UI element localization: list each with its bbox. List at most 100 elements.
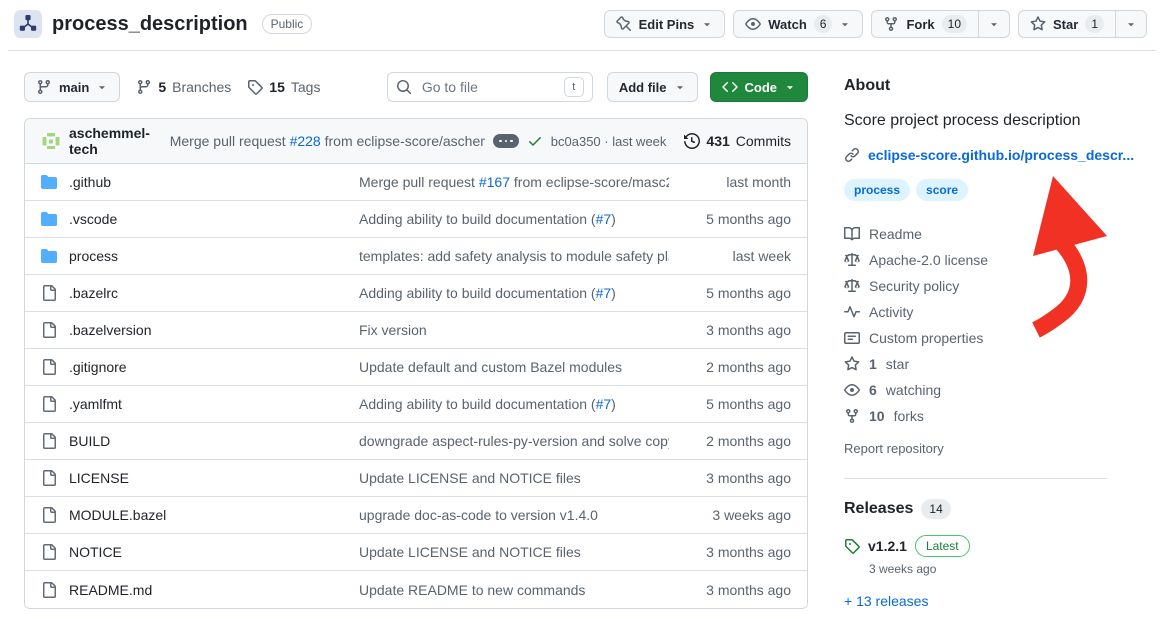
pulse-icon bbox=[844, 304, 860, 320]
commit-author[interactable]: aschemmel-tech bbox=[69, 125, 162, 157]
file-name-link[interactable]: .vscode bbox=[69, 211, 117, 227]
file-name-link[interactable]: NOTICE bbox=[69, 544, 122, 560]
release-time: 3 weeks ago bbox=[869, 562, 1107, 576]
row-commit-message[interactable]: Update README to new commands bbox=[359, 582, 669, 598]
topic-tag[interactable]: process bbox=[844, 179, 910, 201]
about-list-item[interactable]: Custom properties bbox=[844, 325, 1107, 351]
star-icon bbox=[1030, 16, 1046, 32]
about-list-item[interactable]: Readme bbox=[844, 221, 1107, 247]
eye-icon bbox=[844, 382, 860, 398]
repo-header: process_description Public Edit Pins Wat… bbox=[0, 0, 1163, 48]
table-row[interactable]: .bazelrc Adding ability to build documen… bbox=[25, 275, 807, 312]
identicon bbox=[41, 131, 61, 151]
issue-link[interactable]: #7 bbox=[596, 285, 612, 301]
file-icon bbox=[41, 322, 57, 338]
table-row[interactable]: .yamlfmt Adding ability to build documen… bbox=[25, 386, 807, 423]
repo-title[interactable]: process_description bbox=[52, 10, 248, 38]
fork-icon bbox=[844, 408, 860, 424]
about-list-item[interactable]: Apache-2.0 license bbox=[844, 247, 1107, 273]
go-to-file-search[interactable]: t bbox=[387, 72, 593, 102]
row-commit-message[interactable]: Update default and custom Bazel modules bbox=[359, 359, 669, 375]
branches-link[interactable]: 5Branches bbox=[136, 79, 231, 95]
branch-selector[interactable]: main bbox=[24, 72, 120, 102]
star-button[interactable]: Star 1 bbox=[1018, 10, 1116, 38]
about-list-item[interactable]: 1 star bbox=[844, 351, 1107, 377]
row-commit-message[interactable]: Fix version bbox=[359, 322, 669, 338]
file-name-link[interactable]: README.md bbox=[69, 582, 152, 598]
row-commit-message[interactable]: templates: add safety analysis to module… bbox=[359, 248, 669, 264]
add-file-button[interactable]: Add file bbox=[607, 72, 698, 102]
row-commit-message[interactable]: Update LICENSE and NOTICE files bbox=[359, 470, 669, 486]
go-to-file-input[interactable] bbox=[420, 78, 556, 96]
report-repository-link[interactable]: Report repository bbox=[844, 441, 1107, 456]
table-row[interactable]: LICENSE Update LICENSE and NOTICE files … bbox=[25, 460, 807, 497]
file-name-link[interactable]: process bbox=[69, 248, 118, 264]
row-commit-message[interactable]: Adding ability to build documentation (#… bbox=[359, 211, 669, 227]
releases-title[interactable]: Releases bbox=[844, 500, 913, 518]
code-button[interactable]: Code bbox=[710, 72, 809, 102]
topic-tag[interactable]: score bbox=[916, 179, 968, 201]
table-row[interactable]: .github Merge pull request #167 from ecl… bbox=[25, 164, 807, 201]
row-commit-message[interactable]: Update LICENSE and NOTICE files bbox=[359, 544, 669, 560]
file-icon bbox=[41, 359, 57, 375]
issue-link[interactable]: #7 bbox=[596, 211, 612, 227]
commit-history-link[interactable]: 431Commits bbox=[684, 133, 791, 149]
file-icon bbox=[41, 470, 57, 486]
commit-author-avatar[interactable] bbox=[41, 131, 61, 151]
watch-button[interactable]: Watch 6 bbox=[733, 10, 863, 38]
table-row[interactable]: process templates: add safety analysis t… bbox=[25, 238, 807, 275]
visibility-badge: Public bbox=[262, 14, 313, 34]
row-commit-message[interactable]: Adding ability to build documentation (#… bbox=[359, 396, 669, 412]
about-list-item[interactable]: Activity bbox=[844, 299, 1107, 325]
fork-count: 10 bbox=[942, 15, 967, 33]
row-commit-message[interactable]: Merge pull request #167 from eclipse-sco… bbox=[359, 174, 669, 190]
file-name-link[interactable]: .yamlfmt bbox=[69, 396, 122, 412]
website-link[interactable]: eclipse-score.github.io/process_descr... bbox=[868, 147, 1134, 163]
commit-sha-and-time[interactable]: bc0a350 · last week bbox=[551, 134, 667, 149]
org-logo-icon bbox=[14, 10, 42, 38]
table-row[interactable]: BUILD downgrade aspect-rules-py-version … bbox=[25, 423, 807, 460]
fork-button[interactable]: Fork 10 bbox=[871, 10, 979, 38]
latest-release-link[interactable]: v1.2.1 Latest bbox=[844, 535, 1107, 557]
table-row[interactable]: .bazelversion Fix version 3 months ago bbox=[25, 312, 807, 349]
file-icon bbox=[41, 396, 57, 412]
commit-message[interactable]: Merge pull request #228 from eclipse-sco… bbox=[170, 133, 485, 149]
fork-dropdown-button[interactable] bbox=[978, 10, 1010, 38]
commit-message-ellipsis-button[interactable] bbox=[493, 134, 519, 148]
row-commit-message[interactable]: Adding ability to build documentation (#… bbox=[359, 285, 669, 301]
about-list-item[interactable]: Security policy bbox=[844, 273, 1107, 299]
pr-link[interactable]: #228 bbox=[290, 133, 321, 149]
file-name-link[interactable]: MODULE.bazel bbox=[69, 507, 166, 523]
row-commit-date: 5 months ago bbox=[669, 285, 791, 301]
file-name-link[interactable]: BUILD bbox=[69, 433, 110, 449]
row-commit-message[interactable]: upgrade doc-as-code to version v1.4.0 bbox=[359, 507, 669, 523]
checks-status-icon[interactable] bbox=[527, 133, 543, 149]
releases-count-badge: 14 bbox=[921, 499, 950, 519]
table-row[interactable]: NOTICE Update LICENSE and NOTICE files 3… bbox=[25, 534, 807, 571]
table-row[interactable]: .vscode Adding ability to build document… bbox=[25, 201, 807, 238]
row-commit-date: 2 months ago bbox=[669, 359, 791, 375]
table-row[interactable]: .gitignore Update default and custom Baz… bbox=[25, 349, 807, 386]
table-row[interactable]: README.md Update README to new commands … bbox=[25, 571, 807, 608]
row-commit-date: 3 months ago bbox=[669, 470, 791, 486]
star-dropdown-button[interactable] bbox=[1115, 10, 1147, 38]
issue-link[interactable]: #7 bbox=[596, 396, 612, 412]
file-name-link[interactable]: .bazelrc bbox=[69, 285, 118, 301]
table-row[interactable]: MODULE.bazel upgrade doc-as-code to vers… bbox=[25, 497, 807, 534]
more-releases-link[interactable]: + 13 releases bbox=[844, 593, 928, 609]
file-name-link[interactable]: .github bbox=[69, 174, 111, 190]
about-list-item[interactable]: 6 watching bbox=[844, 377, 1107, 403]
eye-icon bbox=[745, 16, 761, 32]
row-commit-message[interactable]: downgrade aspect-rules-py-version and so… bbox=[359, 433, 669, 449]
file-name-link[interactable]: LICENSE bbox=[69, 470, 129, 486]
about-list: Readme Apache-2.0 license Security polic… bbox=[844, 221, 1107, 429]
tags-link[interactable]: 15Tags bbox=[247, 79, 320, 95]
file-name-link[interactable]: .gitignore bbox=[69, 359, 127, 375]
file-name-link[interactable]: .bazelversion bbox=[69, 322, 152, 338]
row-commit-date: 2 months ago bbox=[669, 433, 791, 449]
issue-link[interactable]: #167 bbox=[479, 174, 510, 190]
edit-pins-button[interactable]: Edit Pins bbox=[604, 10, 726, 38]
about-list-item[interactable]: 10 forks bbox=[844, 403, 1107, 429]
org-avatar[interactable] bbox=[14, 10, 42, 38]
latest-commit-bar: aschemmel-tech Merge pull request #228 f… bbox=[25, 119, 807, 164]
